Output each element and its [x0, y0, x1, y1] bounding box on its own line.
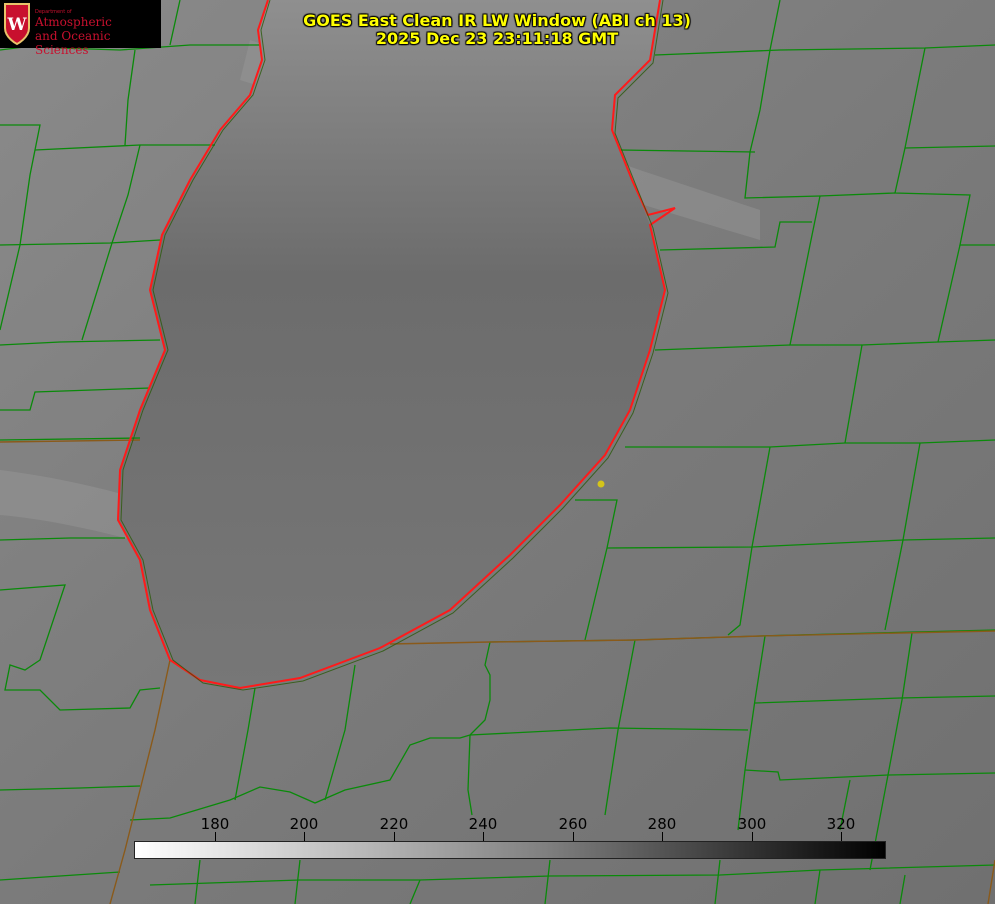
colorbar-label: 280	[647, 815, 677, 833]
image-title: GOES East Clean IR LW Window (ABI ch 13)	[303, 11, 691, 30]
image-timestamp: 2025 Dec 23 23:11:18 GMT	[375, 29, 619, 48]
logo-name-line1: Atmospheric	[35, 15, 112, 29]
colorbar-label: 300	[737, 815, 767, 833]
satellite-map	[0, 0, 995, 904]
svg-text:W: W	[6, 15, 27, 35]
logo-name-line2: and Oceanic Sciences	[35, 29, 111, 57]
colorbar-label: 180	[200, 815, 230, 833]
colorbar-label: 320	[826, 815, 856, 833]
uw-crest-icon: W	[4, 3, 30, 46]
colorbar-label: 240	[468, 815, 498, 833]
colorbar-tick	[662, 832, 663, 841]
colorbar-label: 220	[379, 815, 409, 833]
colorbar-tick	[215, 832, 216, 841]
colorbar-tick	[304, 832, 305, 841]
colorbar-tick	[573, 832, 574, 841]
location-marker	[597, 480, 605, 488]
colorbar-label: 200	[289, 815, 319, 833]
colorbar-tick	[483, 832, 484, 841]
colorbar-tick	[394, 832, 395, 841]
colorbar-label: 260	[558, 815, 588, 833]
colorbar-gradient	[134, 841, 886, 859]
colorbar-tick	[752, 832, 753, 841]
colorbar-tick	[841, 832, 842, 841]
uw-aos-logo: W Department of Atmospheric and Oceanic …	[0, 0, 161, 57]
